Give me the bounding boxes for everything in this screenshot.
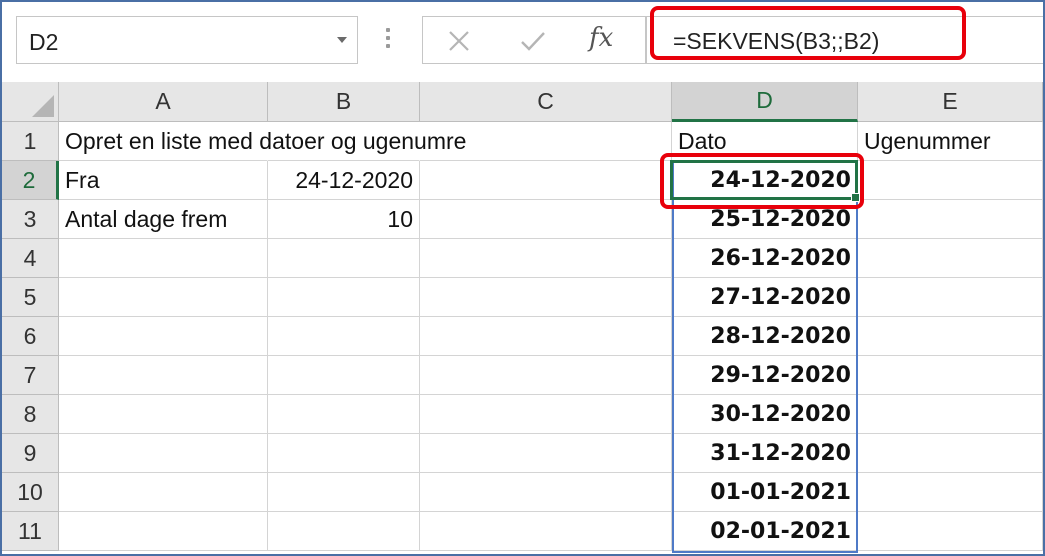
cell-a2[interactable]: Fra xyxy=(59,161,268,200)
cell-d4[interactable]: 26-12-2020 xyxy=(672,239,858,278)
cell-e10[interactable] xyxy=(858,473,1043,512)
cell-d9[interactable]: 31-12-2020 xyxy=(672,434,858,473)
cell-a7[interactable] xyxy=(59,356,268,395)
cell-a9[interactable] xyxy=(59,434,268,473)
column-header-b[interactable]: B xyxy=(268,82,420,122)
cell-d3[interactable]: 25-12-2020 xyxy=(672,200,858,239)
cell-a4[interactable] xyxy=(59,239,268,278)
cell-a3[interactable]: Antal dage frem xyxy=(59,200,268,239)
name-box[interactable]: D2 xyxy=(16,16,358,64)
cell-d6[interactable]: 28-12-2020 xyxy=(672,317,858,356)
cell-e11[interactable] xyxy=(858,512,1043,551)
cell-b8[interactable] xyxy=(268,395,420,434)
cell-b4[interactable] xyxy=(268,239,420,278)
row-header-10[interactable]: 10 xyxy=(2,473,59,512)
cell-e2[interactable] xyxy=(858,161,1043,200)
column-header-e[interactable]: E xyxy=(858,82,1043,122)
cell-e7[interactable] xyxy=(858,356,1043,395)
row-header-9[interactable]: 9 xyxy=(2,434,59,473)
cell-e4[interactable] xyxy=(858,239,1043,278)
cell-e9[interactable] xyxy=(858,434,1043,473)
fx-icon[interactable]: fx xyxy=(589,23,629,55)
chevron-down-icon[interactable] xyxy=(337,37,347,43)
row-header-7[interactable]: 7 xyxy=(2,356,59,395)
row-header-3[interactable]: 3 xyxy=(2,200,59,239)
cell-a5[interactable] xyxy=(59,278,268,317)
cell-a6[interactable] xyxy=(59,317,268,356)
cell-c7[interactable] xyxy=(420,356,672,395)
drag-handle-icon[interactable] xyxy=(386,28,390,54)
cell-e1[interactable]: Ugenummer xyxy=(858,122,1043,161)
cell-b6[interactable] xyxy=(268,317,420,356)
cell-c11[interactable] xyxy=(420,512,672,551)
cell-e8[interactable] xyxy=(858,395,1043,434)
formula-highlight-box xyxy=(650,6,966,60)
cell-d7[interactable]: 29-12-2020 xyxy=(672,356,858,395)
row-header-6[interactable]: 6 xyxy=(2,317,59,356)
cell-c6[interactable] xyxy=(420,317,672,356)
formula-buttons: fx xyxy=(422,16,646,64)
cell-b3[interactable]: 10 xyxy=(268,200,420,239)
formula-bar: D2 fx =SEKVENS(B3;;B2) xyxy=(2,2,1043,80)
row-header-1[interactable]: 1 xyxy=(2,122,59,161)
row-header-11[interactable]: 11 xyxy=(2,512,59,551)
excel-window: D2 fx =SEKVENS(B3;;B2) A B C D E 1 Opret en li… xyxy=(0,0,1045,556)
cell-c3[interactable] xyxy=(420,200,672,239)
cell-d11[interactable]: 02-01-2021 xyxy=(672,512,858,551)
cell-c9[interactable] xyxy=(420,434,672,473)
cell-c10[interactable] xyxy=(420,473,672,512)
checkmark-icon[interactable] xyxy=(517,25,549,57)
x-icon[interactable] xyxy=(443,25,475,57)
column-header-d[interactable]: D xyxy=(672,82,858,122)
row-header-2[interactable]: 2 xyxy=(2,161,59,200)
cell-a1[interactable]: Opret en liste med datoer og ugenumre xyxy=(59,122,466,161)
cell-d2[interactable]: 24-12-2020 xyxy=(672,161,858,200)
cell-b10[interactable] xyxy=(268,473,420,512)
cell-c8[interactable] xyxy=(420,395,672,434)
worksheet-grid: A B C D E 1 Opret en liste med datoer og ugenu… xyxy=(2,82,1043,554)
cell-b2[interactable]: 24-12-2020 xyxy=(268,161,420,200)
cell-e6[interactable] xyxy=(858,317,1043,356)
cell-a8[interactable] xyxy=(59,395,268,434)
row-header-5[interactable]: 5 xyxy=(2,278,59,317)
row-header-4[interactable]: 4 xyxy=(2,239,59,278)
cell-a10[interactable] xyxy=(59,473,268,512)
row-header-8[interactable]: 8 xyxy=(2,395,59,434)
cell-d8[interactable]: 30-12-2020 xyxy=(672,395,858,434)
cell-a11[interactable] xyxy=(59,512,268,551)
cell-c2[interactable] xyxy=(420,161,672,200)
cell-c4[interactable] xyxy=(420,239,672,278)
column-header-c[interactable]: C xyxy=(420,82,672,122)
cell-e5[interactable] xyxy=(858,278,1043,317)
cell-e3[interactable] xyxy=(858,200,1043,239)
cell-b9[interactable] xyxy=(268,434,420,473)
cell-d10[interactable]: 01-01-2021 xyxy=(672,473,858,512)
cell-b5[interactable] xyxy=(268,278,420,317)
cell-d1[interactable]: Dato xyxy=(672,122,858,161)
cell-d5[interactable]: 27-12-2020 xyxy=(672,278,858,317)
column-header-a[interactable]: A xyxy=(59,82,268,122)
cell-b11[interactable] xyxy=(268,512,420,551)
cell-b7[interactable] xyxy=(268,356,420,395)
name-box-value: D2 xyxy=(29,29,59,55)
select-all-button[interactable] xyxy=(2,82,59,122)
cell-c5[interactable] xyxy=(420,278,672,317)
